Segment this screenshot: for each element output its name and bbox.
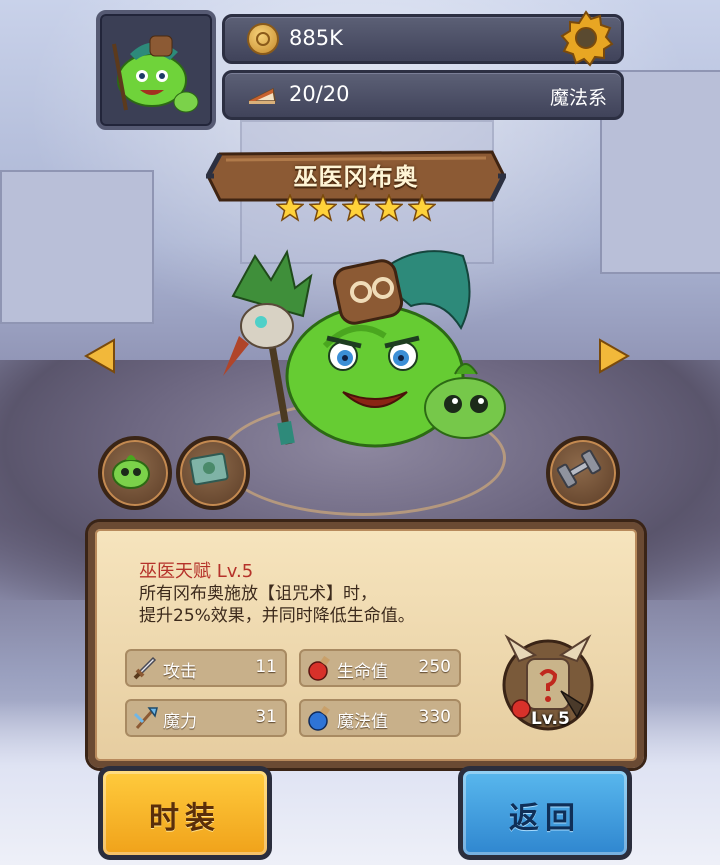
talent-description: 所有冈布奥施放【诅咒术】时， 提升25%效果，并同时降低生命值。 bbox=[139, 583, 559, 627]
red-potion-icon bbox=[308, 655, 330, 681]
talent-panel: 巫医天赋 Lv.5 所有冈布奥施放【诅咒术】时， 提升25%效果，并同时降低生命… bbox=[88, 522, 644, 768]
stat-attack: 攻击 11 bbox=[125, 649, 287, 687]
stat-magic-power: 魔力 31 bbox=[125, 699, 287, 737]
star-icon bbox=[375, 194, 403, 222]
portrait-slime-icon bbox=[112, 35, 199, 113]
training-button[interactable] bbox=[546, 436, 620, 510]
pet-slime-icon bbox=[112, 455, 150, 489]
talent-badge-level: Lv.5 bbox=[531, 709, 570, 729]
element-type: 魔法系 bbox=[549, 87, 607, 109]
back-button-label: 返回 bbox=[509, 801, 581, 836]
gold-coin-icon bbox=[247, 23, 279, 55]
star-icon bbox=[276, 194, 304, 222]
star-icon bbox=[309, 194, 337, 222]
hero-name: 巫医冈布奥 bbox=[293, 163, 419, 191]
hero-portrait[interactable] bbox=[96, 10, 216, 130]
equipment-slot-button[interactable] bbox=[176, 436, 250, 510]
previous-hero-arrow-icon[interactable] bbox=[82, 336, 116, 376]
sword-icon bbox=[133, 656, 157, 680]
map-scroll-icon bbox=[189, 452, 229, 486]
stat-value: 250 bbox=[418, 657, 451, 677]
settings-gear-icon[interactable] bbox=[557, 9, 615, 67]
stat-label: 魔力 bbox=[163, 712, 197, 732]
stat-value: 11 bbox=[255, 657, 277, 677]
gold-amount: 885K bbox=[289, 26, 343, 50]
star-icon bbox=[408, 194, 436, 222]
costume-button-label: 时装 bbox=[149, 801, 221, 836]
stat-label: 攻击 bbox=[163, 662, 197, 682]
stat-value: 31 bbox=[255, 707, 277, 727]
next-hero-arrow-icon[interactable] bbox=[598, 336, 632, 376]
temple-left bbox=[0, 170, 154, 324]
stat-value: 330 bbox=[418, 707, 451, 727]
dumbbell-icon bbox=[556, 449, 602, 489]
talent-description-line2: 提升25%效果，并同时降低生命值。 bbox=[139, 606, 415, 626]
blue-potion-icon bbox=[308, 705, 330, 731]
witch-doctor-slime-character bbox=[223, 249, 506, 448]
stat-mp: 魔法值 330 bbox=[299, 699, 461, 737]
talent-title: 巫医天赋 Lv.5 bbox=[139, 561, 254, 582]
back-button[interactable]: 返回 bbox=[458, 766, 632, 860]
stat-label: 生命值 bbox=[337, 662, 388, 682]
cake-slice-icon bbox=[248, 87, 276, 104]
star-icon bbox=[342, 194, 370, 222]
stamina-value: 20/20 bbox=[289, 82, 350, 106]
pet-slot-button[interactable] bbox=[98, 436, 172, 510]
costume-button[interactable]: 时装 bbox=[98, 766, 272, 860]
stat-label: 魔法值 bbox=[337, 712, 388, 732]
star-rating bbox=[276, 194, 446, 224]
stamina-bar: 20/20 魔法系 bbox=[222, 70, 624, 120]
staff-icon bbox=[133, 707, 158, 729]
stat-hp: 生命值 250 bbox=[299, 649, 461, 687]
talent-description-line1: 所有冈布奥施放【诅咒术】时， bbox=[139, 584, 377, 604]
